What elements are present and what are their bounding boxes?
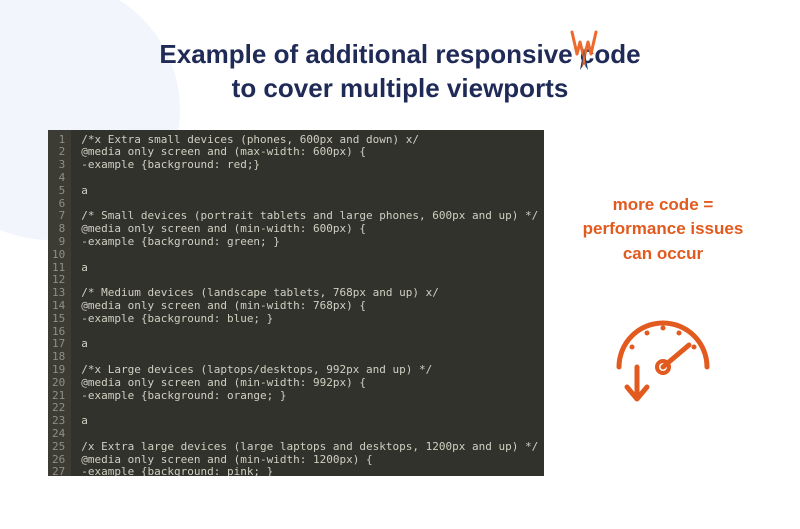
gauge-slow-icon: [603, 303, 723, 413]
code-body: /*x Extra small devices (phones, 600px a…: [71, 130, 544, 476]
side-text: more code = performance issues can occur: [583, 193, 744, 267]
title-line-1: Example of additional responsive code: [159, 39, 640, 69]
side-line-3: can occur: [623, 244, 703, 263]
brand-w-rocket-icon: [570, 30, 598, 76]
side-line-1: more code =: [613, 195, 714, 214]
side-line-2: performance issues: [583, 219, 744, 238]
code-line-numbers: 1 2 3 4 5 6 7 8 9 10 11 12 13 14 15 16 1…: [48, 130, 71, 476]
code-panel: 1 2 3 4 5 6 7 8 9 10 11 12 13 14 15 16 1…: [48, 130, 544, 476]
title-line-2: to cover multiple viewports: [232, 73, 569, 103]
side-note: more code = performance issues can occur: [544, 130, 752, 476]
page-title: Example of additional responsive code to…: [159, 38, 640, 106]
heading-block: Example of additional responsive code to…: [0, 0, 800, 106]
